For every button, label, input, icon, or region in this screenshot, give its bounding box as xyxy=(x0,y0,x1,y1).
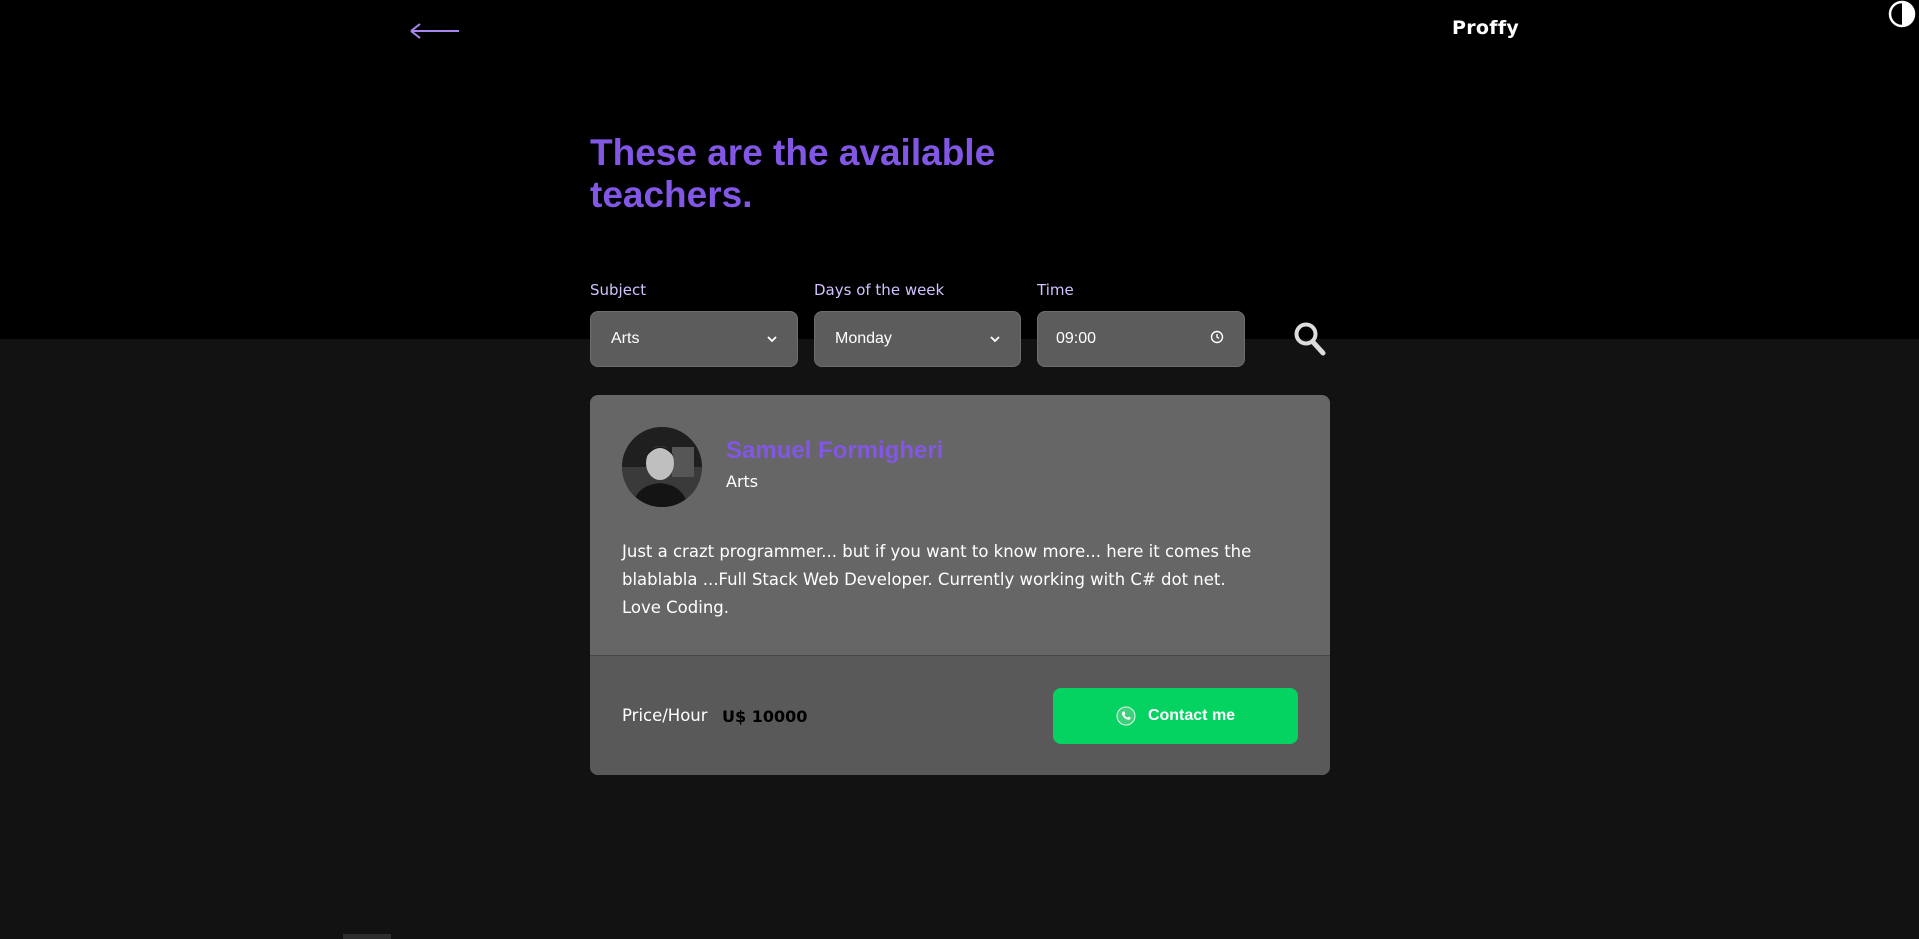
theme-toggle[interactable] xyxy=(1888,0,1916,28)
time-input-value: 09:00 xyxy=(1056,330,1097,347)
subject-label: Subject xyxy=(590,281,647,299)
logo: Proffy xyxy=(1452,17,1520,39)
chevron-down-icon xyxy=(767,332,777,346)
search-icon xyxy=(1294,322,1326,356)
teacher-card: Samuel Formigheri Arts Just a crazt prog… xyxy=(590,395,1330,775)
time-input[interactable]: 09:00 xyxy=(1037,311,1245,367)
back-button[interactable] xyxy=(409,18,461,44)
search-button[interactable] xyxy=(1293,321,1327,357)
avatar xyxy=(622,427,702,507)
page-title: These are the available teachers. xyxy=(590,132,996,215)
subject-select-value: Arts xyxy=(611,330,640,347)
teacher-name: Samuel Formigheri xyxy=(726,437,944,464)
chevron-down-icon xyxy=(990,332,1000,346)
contact-button-label: Contact me xyxy=(1147,707,1236,724)
teacher-subject: Arts xyxy=(726,472,759,491)
whatsapp-icon xyxy=(1116,706,1136,726)
subject-select[interactable]: Arts xyxy=(590,311,798,367)
contact-button[interactable]: Contact me xyxy=(1053,688,1298,744)
half-circle-contrast-icon xyxy=(1888,0,1916,28)
week-day-label: Days of the week xyxy=(814,281,945,299)
arrow-left-icon xyxy=(410,23,459,39)
page-header: Proffy These are the available teachers. xyxy=(0,0,1919,339)
teacher-bio: Just a crazt programmer... but if you wa… xyxy=(622,542,1252,617)
price-value: U$ 10000 xyxy=(722,707,808,726)
price-label: Price/Hour xyxy=(622,706,708,725)
clock-icon xyxy=(1210,330,1224,349)
teacher-card-header: Samuel Formigheri Arts Just a crazt prog… xyxy=(590,395,1330,655)
teacher-card-footer: Price/Hour U$ 10000 Contact me xyxy=(590,655,1330,775)
week-day-select-value: Monday xyxy=(835,330,892,347)
week-day-select[interactable]: Monday xyxy=(814,311,1021,367)
bottom-tab xyxy=(343,934,391,939)
teacher-photo xyxy=(622,427,702,507)
time-label: Time xyxy=(1037,281,1074,299)
